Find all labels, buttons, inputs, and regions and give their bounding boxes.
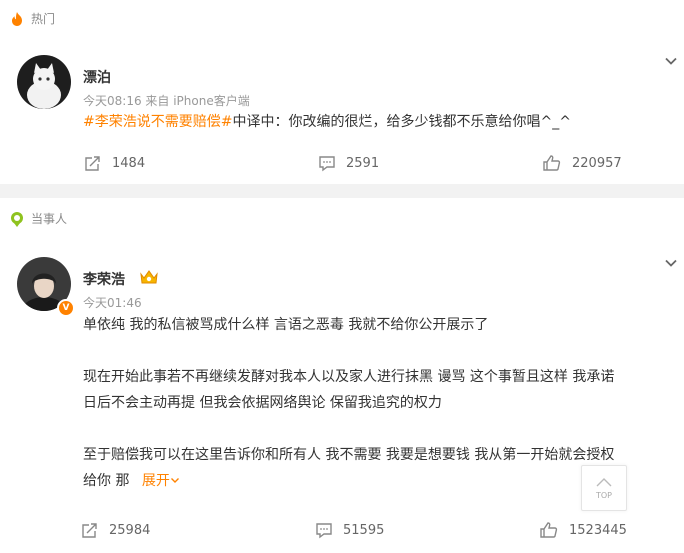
post-author-name[interactable]: 李荣浩	[83, 269, 125, 289]
section-divider	[0, 184, 684, 198]
post-content: 单依纯 我的私信被骂成什么样 言语之恶毒 我就不给你公开展示了 现在开始此事若不…	[83, 312, 614, 494]
post-line-5-text: 给你 那	[83, 473, 130, 489]
post-text: 中译中：你改编的很烂，给多少钱都不乐意给你唱^_^	[232, 114, 571, 130]
fire-icon	[9, 11, 25, 27]
like-button[interactable]: 220957	[542, 154, 622, 172]
topic-link[interactable]: #李荣浩说不需要赔偿#	[83, 114, 232, 130]
post-line-4: 至于赔偿我可以在这里告诉你和所有人 我不需要 我要是想要钱 我从第一开始就会授权	[83, 447, 615, 463]
like-count: 220957	[572, 155, 622, 171]
back-to-top-label: TOP	[595, 491, 612, 500]
repost-icon	[82, 523, 97, 538]
post-content: #李荣浩说不需要赔偿#中译中：你改编的很烂，给多少钱都不乐意给你唱^_^	[83, 109, 571, 135]
like-icon	[540, 522, 558, 538]
comment-button[interactable]: 51595	[315, 521, 384, 539]
hot-section-header: 热门	[9, 10, 55, 27]
chevron-down-icon	[170, 478, 179, 483]
post-line-5: 给你 那 展开	[83, 468, 614, 494]
hot-post-card: 热门 漂泊 今天08:16 来自 iPhone客户端 #李荣浩说不需要赔偿#中译…	[0, 0, 684, 184]
crown-badge-icon	[138, 268, 160, 290]
repost-count: 25984	[109, 522, 151, 538]
like-count: 1523445	[569, 522, 627, 538]
repost-count: 1484	[112, 155, 146, 171]
party-section-label: 当事人	[31, 212, 68, 226]
chevron-up-icon	[596, 478, 612, 487]
post-author-name[interactable]: 漂泊	[83, 67, 111, 87]
hot-section-label: 热门	[31, 12, 56, 26]
repost-icon	[85, 156, 100, 171]
comment-icon	[316, 523, 332, 539]
repost-button[interactable]: 25984	[81, 521, 150, 539]
like-icon	[543, 155, 561, 171]
comment-button[interactable]: 2591	[318, 154, 379, 172]
comment-count: 2591	[346, 155, 380, 171]
party-section-header: 当事人	[9, 210, 67, 227]
post-meta: 今天08:16 来自 iPhone客户端	[83, 94, 250, 108]
back-to-top-button[interactable]: TOP	[581, 465, 627, 511]
chevron-down-icon[interactable]	[664, 53, 678, 67]
party-badge-icon	[9, 211, 25, 227]
comment-icon	[319, 156, 335, 172]
comment-count: 51595	[343, 522, 385, 538]
post-line-2: 现在开始此事若不再继续发酵对我本人以及家人进行抹黑 谩骂 这个事暂且这样 我承诺	[83, 369, 615, 385]
like-button[interactable]: 1523445	[539, 521, 627, 539]
post-line-1: 单依纯 我的私信被骂成什么样 言语之恶毒 我就不给你公开展示了	[83, 317, 489, 333]
chevron-down-icon[interactable]	[664, 255, 678, 269]
post-meta: 今天01:46	[83, 296, 142, 310]
verified-badge: V	[57, 299, 75, 317]
post-line-3: 日后不会主动再提 但我会依据网络舆论 保留我追究的权力	[83, 395, 442, 411]
expand-label: 展开	[141, 473, 170, 489]
expand-link[interactable]: 展开	[142, 473, 180, 489]
repost-button[interactable]: 1484	[84, 154, 145, 172]
avatar[interactable]	[17, 55, 71, 109]
